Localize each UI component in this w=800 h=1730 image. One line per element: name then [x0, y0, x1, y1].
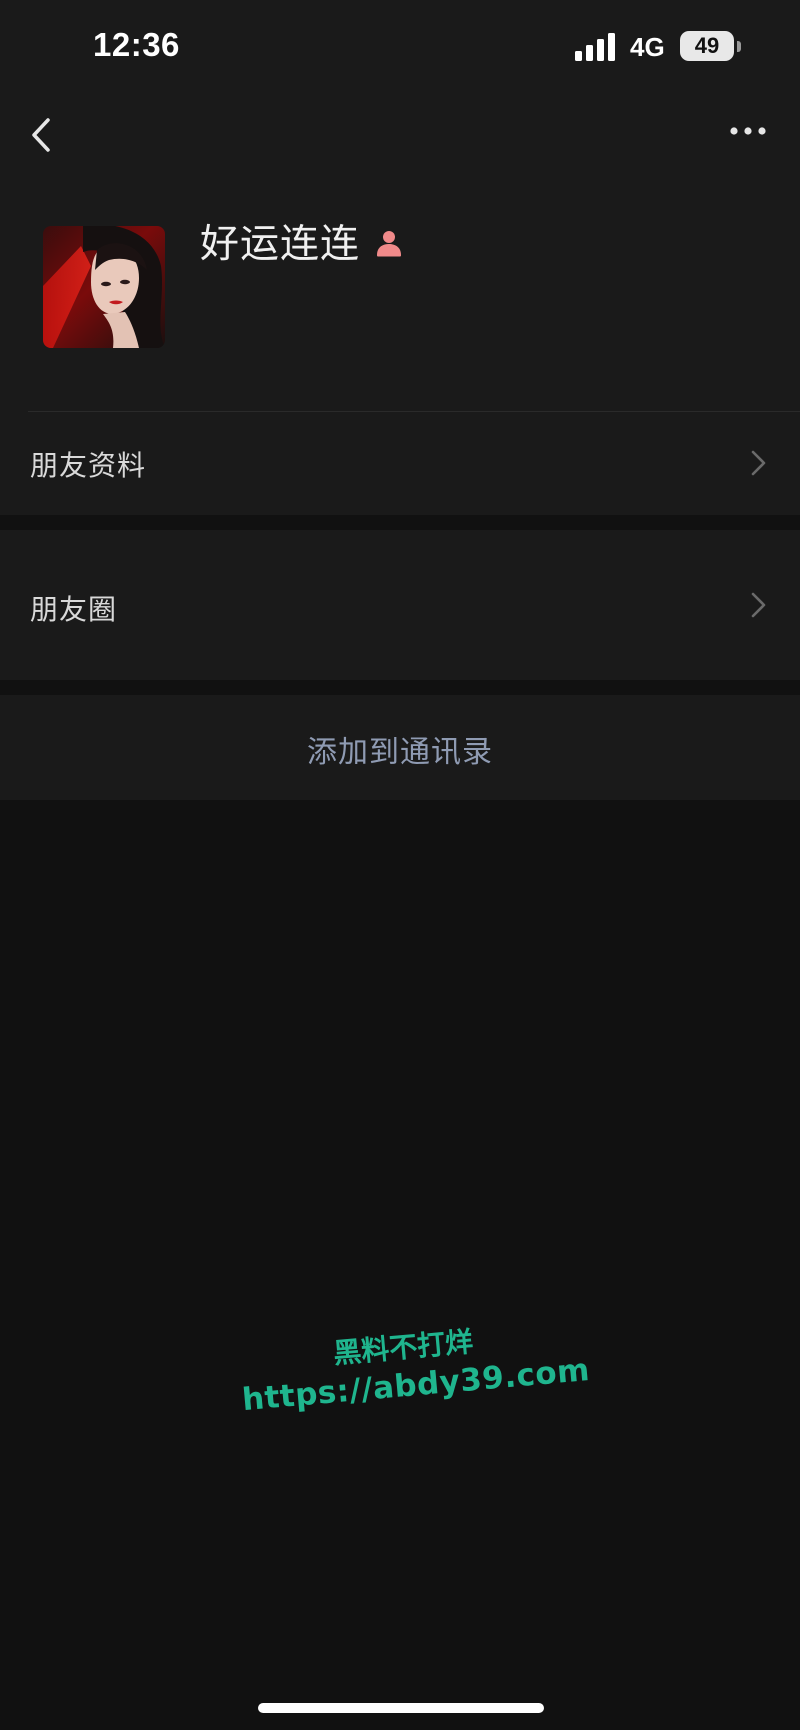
profile-info-label: 朋友资料	[30, 449, 147, 482]
battery-level: 49	[694, 33, 720, 58]
chevron-left-icon	[32, 118, 50, 152]
more-button[interactable]	[720, 116, 780, 146]
battery-icon: 49	[680, 31, 742, 63]
avatar[interactable]	[43, 226, 165, 348]
chevron-right-icon	[751, 592, 766, 618]
add-to-contacts-button[interactable]: 添加到通讯录	[0, 695, 800, 800]
profile-header: 好运连连	[0, 166, 800, 411]
back-button[interactable]	[22, 108, 62, 158]
female-icon	[377, 231, 402, 257]
watermark: 黑料不打烊 https://abdy39.com	[237, 1316, 592, 1420]
signal-icon	[575, 33, 615, 61]
battery-cap	[737, 41, 741, 52]
status-time: 12:36	[93, 26, 180, 63]
chevron-right-icon	[751, 450, 766, 476]
status-bar: 12:36 4G 49	[0, 0, 800, 96]
moments-row[interactable]: 朋友圈	[0, 530, 800, 680]
profile-name: 好运连连	[200, 222, 361, 267]
profile-info-row[interactable]: 朋友资料	[0, 412, 800, 515]
more-dots-icon	[730, 127, 766, 135]
network-type: 4G	[630, 32, 665, 62]
moments-label: 朋友圈	[30, 593, 118, 626]
nav-bar	[0, 96, 800, 166]
add-to-contacts-label: 添加到通讯录	[307, 735, 493, 770]
home-indicator[interactable]	[258, 1703, 544, 1713]
name-row: 好运连连	[200, 216, 404, 267]
